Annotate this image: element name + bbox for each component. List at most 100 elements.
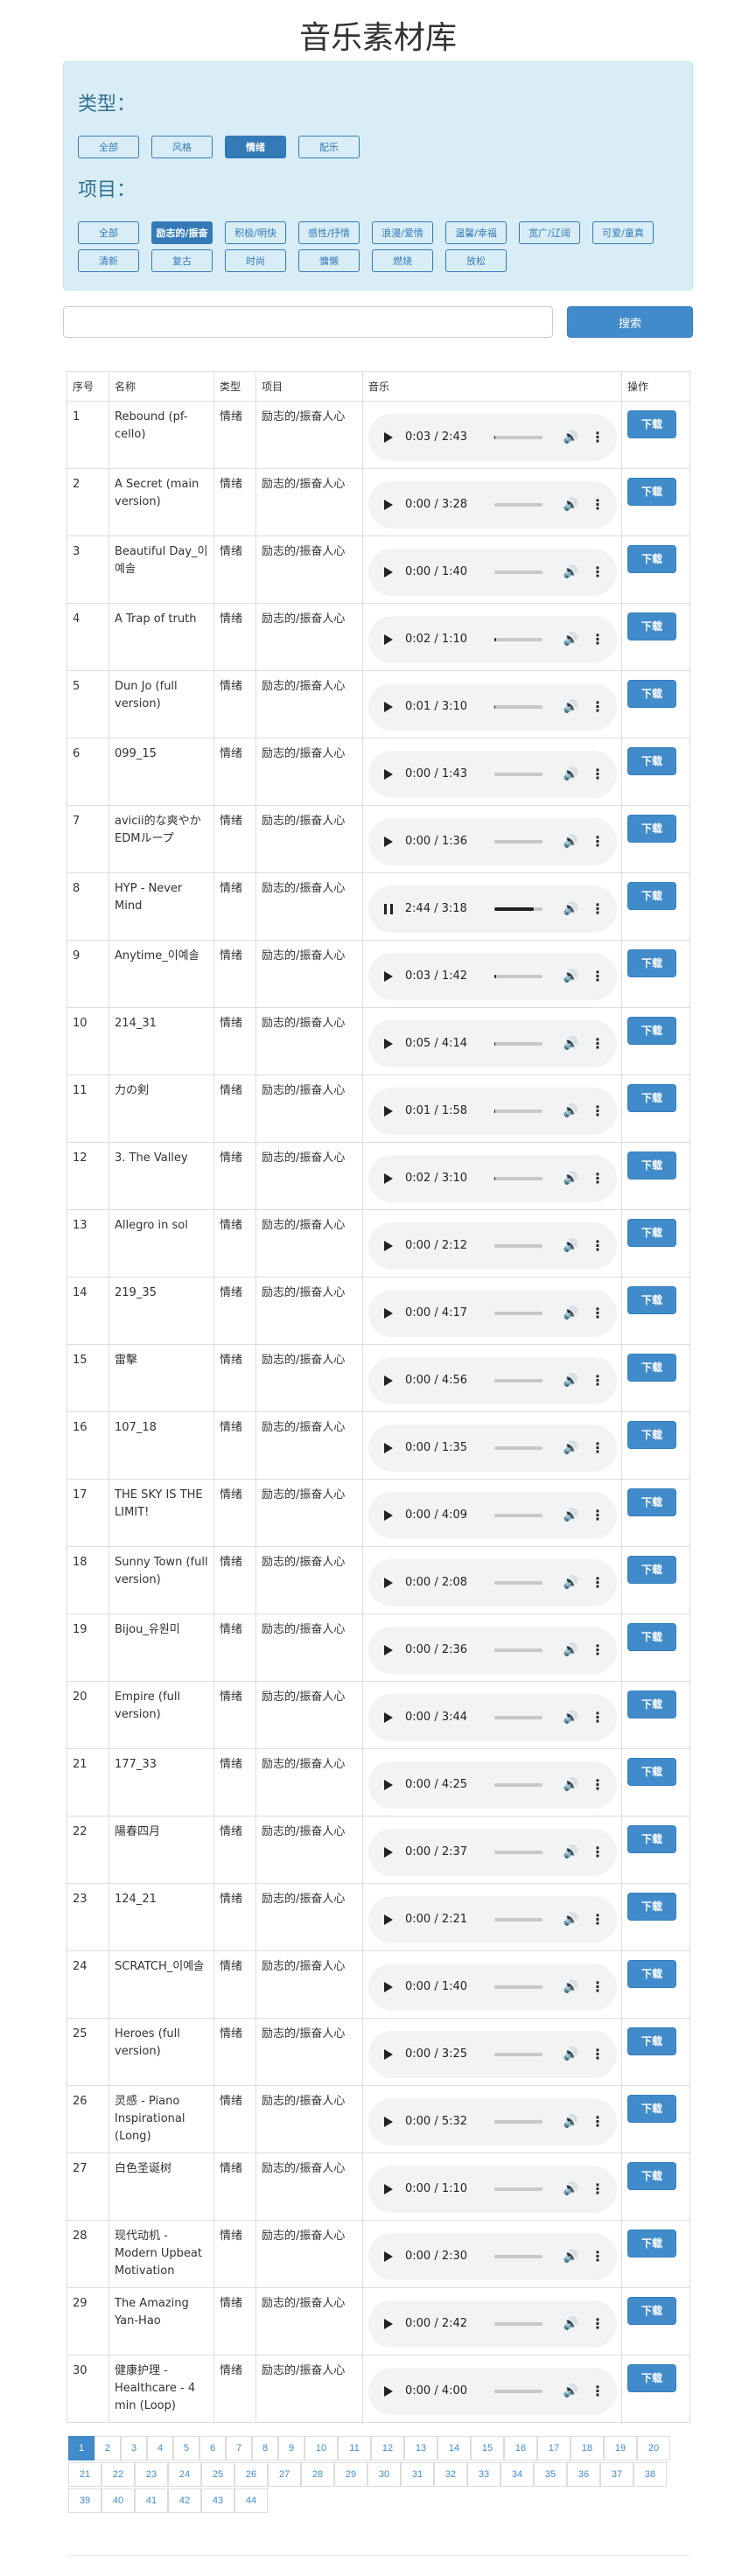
play-icon[interactable] (384, 500, 393, 510)
item-chip[interactable]: 积极/明快 (225, 221, 286, 244)
volume-icon[interactable]: 🔊 (564, 1035, 578, 1053)
download-button[interactable]: 下载 (627, 680, 676, 708)
download-button[interactable]: 下载 (627, 2364, 676, 2392)
play-icon[interactable] (384, 634, 393, 645)
more-options-icon[interactable]: ⋮ (591, 1035, 605, 1053)
audio-progress-bar[interactable] (494, 1581, 542, 1585)
more-options-icon[interactable]: ⋮ (591, 1439, 605, 1457)
page-link[interactable]: 30 (368, 2462, 401, 2487)
play-icon[interactable] (384, 2117, 393, 2127)
page-link[interactable]: 41 (135, 2488, 168, 2513)
more-options-icon[interactable]: ⋮ (591, 1642, 605, 1659)
item-chip[interactable]: 燃烧 (372, 249, 433, 272)
audio-progress-bar[interactable] (494, 2390, 542, 2393)
play-icon[interactable] (384, 1645, 393, 1656)
page-link[interactable]: 29 (334, 2462, 368, 2487)
audio-progress-bar[interactable] (494, 503, 542, 507)
volume-icon[interactable]: 🔊 (564, 2383, 578, 2400)
page-link[interactable]: 43 (201, 2488, 234, 2513)
item-chip[interactable]: 浪漫/爱情 (372, 221, 433, 244)
audio-progress-bar[interactable] (494, 773, 542, 776)
play-icon[interactable] (384, 1712, 393, 1723)
audio-progress-bar[interactable] (494, 1042, 542, 1046)
download-button[interactable]: 下载 (627, 1556, 676, 1584)
play-icon[interactable] (384, 971, 393, 982)
volume-icon[interactable]: 🔊 (564, 1911, 578, 1928)
download-button[interactable]: 下载 (627, 410, 676, 438)
more-options-icon[interactable]: ⋮ (591, 1237, 605, 1255)
more-options-icon[interactable]: ⋮ (591, 968, 605, 985)
volume-icon[interactable]: 🔊 (564, 1844, 578, 1861)
page-link[interactable]: 26 (234, 2462, 268, 2487)
more-options-icon[interactable]: ⋮ (591, 631, 605, 648)
item-chip[interactable]: 温馨/幸福 (445, 221, 507, 244)
page-link[interactable]: 28 (301, 2462, 334, 2487)
volume-icon[interactable]: 🔊 (564, 1439, 578, 1457)
more-options-icon[interactable]: ⋮ (591, 564, 605, 581)
volume-icon[interactable]: 🔊 (564, 2113, 578, 2131)
more-options-icon[interactable]: ⋮ (591, 2315, 605, 2333)
play-icon[interactable] (384, 1376, 393, 1386)
page-link[interactable]: 38 (634, 2462, 667, 2487)
play-icon[interactable] (384, 2049, 393, 2060)
more-options-icon[interactable]: ⋮ (591, 1574, 605, 1592)
more-options-icon[interactable]: ⋮ (591, 2383, 605, 2400)
volume-icon[interactable]: 🔊 (564, 1305, 578, 1322)
page-link[interactable]: 22 (102, 2462, 135, 2487)
item-chip[interactable]: 放松 (445, 249, 507, 272)
play-icon[interactable] (384, 1578, 393, 1588)
page-link[interactable]: 9 (278, 2436, 304, 2460)
volume-icon[interactable]: 🔊 (564, 1170, 578, 1187)
play-icon[interactable] (384, 1914, 393, 1925)
page-link[interactable]: 4 (147, 2436, 173, 2460)
play-icon[interactable] (384, 836, 393, 847)
volume-icon[interactable]: 🔊 (564, 1776, 578, 1794)
audio-progress-bar[interactable] (494, 840, 542, 844)
more-options-icon[interactable]: ⋮ (591, 1776, 605, 1794)
audio-progress-bar[interactable] (494, 2188, 542, 2191)
download-button[interactable]: 下载 (627, 747, 676, 775)
item-chip[interactable]: 感性/抒情 (298, 221, 360, 244)
more-options-icon[interactable]: ⋮ (591, 1709, 605, 1726)
page-link[interactable]: 14 (438, 2436, 471, 2460)
audio-progress-bar[interactable] (494, 1716, 542, 1719)
play-icon[interactable] (384, 769, 393, 780)
pause-icon[interactable] (384, 904, 393, 914)
download-button[interactable]: 下载 (627, 1354, 676, 1382)
page-link[interactable]: 10 (304, 2436, 338, 2460)
play-icon[interactable] (384, 2251, 393, 2262)
audio-progress-bar[interactable] (494, 570, 542, 574)
more-options-icon[interactable]: ⋮ (591, 900, 605, 918)
page-link[interactable]: 13 (404, 2436, 438, 2460)
search-input[interactable] (63, 306, 553, 338)
more-options-icon[interactable]: ⋮ (591, 1170, 605, 1187)
more-options-icon[interactable]: ⋮ (591, 1844, 605, 1861)
page-link[interactable]: 23 (135, 2462, 168, 2487)
download-button[interactable]: 下载 (627, 612, 676, 640)
page-link[interactable]: 1 (68, 2436, 94, 2460)
more-options-icon[interactable]: ⋮ (591, 429, 605, 446)
download-button[interactable]: 下载 (627, 1623, 676, 1651)
page-link[interactable]: 12 (371, 2436, 404, 2460)
play-icon[interactable] (384, 1443, 393, 1453)
audio-progress-bar[interactable] (494, 436, 542, 439)
volume-icon[interactable]: 🔊 (564, 1574, 578, 1592)
download-button[interactable]: 下载 (627, 1960, 676, 1988)
play-icon[interactable] (384, 1780, 393, 1790)
volume-icon[interactable]: 🔊 (564, 900, 578, 918)
volume-icon[interactable]: 🔊 (564, 968, 578, 985)
volume-icon[interactable]: 🔊 (564, 2180, 578, 2198)
page-link[interactable]: 3 (121, 2436, 147, 2460)
item-chip[interactable]: 宽广/辽阔 (519, 221, 580, 244)
audio-progress-bar[interactable] (494, 1918, 542, 1922)
more-options-icon[interactable]: ⋮ (591, 833, 605, 850)
more-options-icon[interactable]: ⋮ (591, 2046, 605, 2063)
play-icon[interactable] (384, 1173, 393, 1184)
more-options-icon[interactable]: ⋮ (591, 2113, 605, 2131)
volume-icon[interactable]: 🔊 (564, 1102, 578, 1120)
item-chip[interactable]: 慵懒 (298, 249, 360, 272)
play-icon[interactable] (384, 2386, 393, 2397)
more-options-icon[interactable]: ⋮ (591, 496, 605, 514)
more-options-icon[interactable]: ⋮ (591, 1507, 605, 1524)
page-link[interactable]: 27 (268, 2462, 301, 2487)
